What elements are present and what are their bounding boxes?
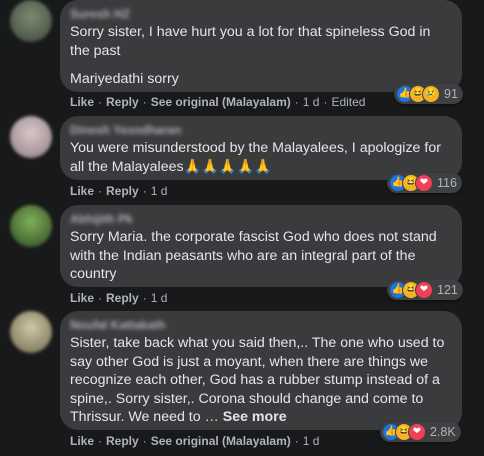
reply-link[interactable]: Reply bbox=[106, 434, 139, 448]
separator: · bbox=[98, 184, 103, 198]
reactions-summary[interactable]: 👍 😆 ❤ 116 bbox=[387, 173, 462, 193]
like-link[interactable]: Like bbox=[70, 95, 94, 109]
avatar[interactable] bbox=[10, 205, 52, 247]
separator: · bbox=[142, 434, 147, 448]
comment-time[interactable]: 1 d bbox=[303, 95, 320, 109]
separator: · bbox=[294, 434, 299, 448]
comment-author[interactable]: Dinesh Yesodharan bbox=[70, 123, 452, 137]
love-reaction-icon: ❤ bbox=[415, 281, 433, 299]
comment-paragraph: You were misunderstood by the Malayalees… bbox=[70, 140, 441, 175]
comment-time[interactable]: 1 d bbox=[303, 434, 320, 448]
reply-link[interactable]: Reply bbox=[106, 291, 139, 305]
reactions-summary[interactable]: 👍 😆 ❤ 121 bbox=[387, 280, 463, 300]
reaction-count: 116 bbox=[437, 176, 457, 190]
separator: · bbox=[294, 95, 299, 109]
separator: · bbox=[142, 95, 147, 109]
love-reaction-icon: ❤ bbox=[408, 423, 426, 441]
sad-reaction-icon: 😢 bbox=[422, 85, 440, 103]
edited-label[interactable]: Edited bbox=[331, 95, 365, 109]
comment-time[interactable]: 1 d bbox=[151, 184, 168, 198]
comment-paragraph: Sorry Maria. the corporate fascist God w… bbox=[70, 229, 437, 282]
comment-author[interactable]: Abhijith Pk bbox=[70, 212, 452, 226]
like-link[interactable]: Like bbox=[70, 434, 94, 448]
see-original-link[interactable]: See original (Malayalam) bbox=[151, 434, 291, 448]
comment-actions: Like · Reply · 1 d bbox=[70, 291, 167, 305]
comment-text: You were misunderstood by the Malayalees… bbox=[70, 139, 452, 176]
comment-time[interactable]: 1 d bbox=[151, 291, 168, 305]
comment-bubble: Abhijith Pk Sorry Maria. the corporate f… bbox=[60, 205, 462, 287]
comment-actions: Like · Reply · See original (Malayalam) · 1 d bbox=[70, 434, 319, 448]
comment-paragraph: Sorry sister, I have hurt you a lot for … bbox=[70, 24, 431, 59]
reaction-count: 91 bbox=[444, 87, 458, 101]
reply-link[interactable]: Reply bbox=[106, 184, 139, 198]
comment-text: Sorry sister, I have hurt you a lot for … bbox=[70, 23, 452, 89]
comment-text: Sister, take back what you said then,.. … bbox=[70, 334, 452, 427]
comment-actions: Like · Reply · See original (Malayalam) · 1 d ·… bbox=[70, 95, 365, 109]
comment-bubble: Dinesh Yesodharan You were misunderstood… bbox=[60, 116, 462, 180]
separator: · bbox=[98, 434, 103, 448]
avatar[interactable] bbox=[10, 116, 52, 158]
separator: · bbox=[98, 95, 103, 109]
comment-bubble: Suresh HZ Sorry sister, I have hurt you … bbox=[60, 0, 462, 92]
comment-text: Sorry Maria. the corporate fascist God w… bbox=[70, 228, 452, 284]
comment-author[interactable]: Suresh HZ bbox=[70, 7, 452, 21]
comment-bubble: Noufal Kattakath Sister, take back what … bbox=[60, 311, 462, 430]
scrollbar[interactable] bbox=[478, 0, 484, 456]
see-more-link[interactable]: See more bbox=[223, 409, 287, 425]
reaction-count: 121 bbox=[437, 283, 458, 297]
comment-paragraph: Sister, take back what you said then,.. … bbox=[70, 334, 452, 427]
comment-actions: Like · Reply · 1 d bbox=[70, 184, 167, 198]
comment-author[interactable]: Noufal Kattakath bbox=[70, 318, 452, 332]
avatar[interactable] bbox=[10, 311, 52, 353]
reactions-summary[interactable]: 👍 😆 😢 91 bbox=[394, 84, 463, 104]
separator: · bbox=[323, 95, 328, 109]
like-link[interactable]: Like bbox=[70, 291, 94, 305]
comment-paragraph: Mariyedathi sorry bbox=[70, 71, 179, 87]
reaction-count: 2.8K bbox=[430, 425, 456, 439]
love-reaction-icon: ❤ bbox=[415, 174, 433, 192]
like-link[interactable]: Like bbox=[70, 184, 94, 198]
reactions-summary[interactable]: 👍 😆 ❤ 2.8K bbox=[380, 422, 461, 442]
separator: · bbox=[98, 291, 103, 305]
reply-link[interactable]: Reply bbox=[106, 95, 139, 109]
separator: · bbox=[142, 184, 147, 198]
see-original-link[interactable]: See original (Malayalam) bbox=[151, 95, 291, 109]
avatar[interactable] bbox=[10, 0, 52, 42]
separator: · bbox=[142, 291, 147, 305]
